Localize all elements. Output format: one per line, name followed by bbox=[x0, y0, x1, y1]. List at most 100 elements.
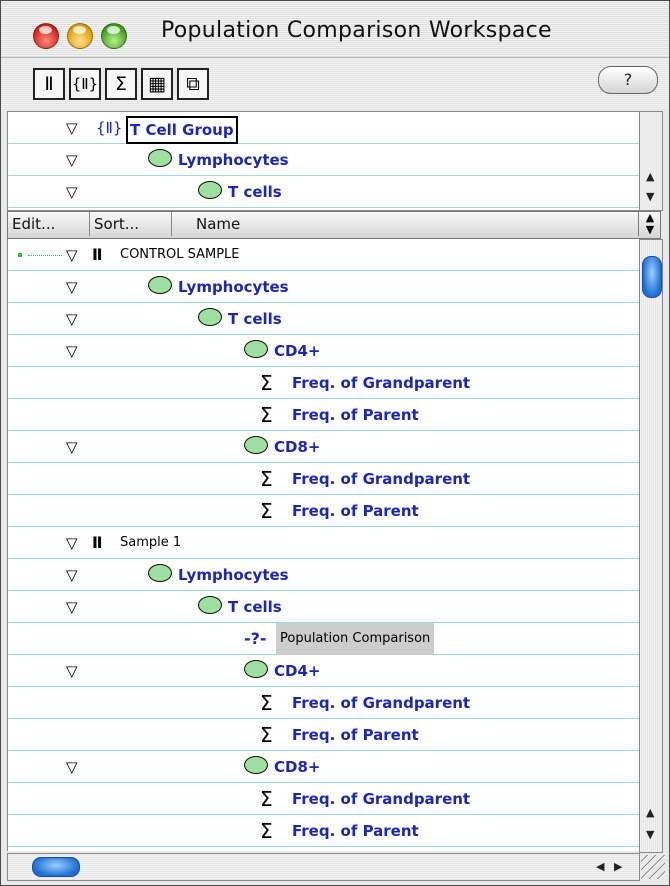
disclosure-triangle[interactable]: ▽ bbox=[66, 559, 78, 591]
column-header: Edit... Sort... Name ▲ ▼ bbox=[7, 211, 661, 239]
group-row[interactable]: ▽ Lymphocytes bbox=[8, 144, 639, 176]
disclosure-triangle[interactable]: ▽ bbox=[66, 527, 78, 559]
population-label[interactable]: T cells bbox=[228, 176, 282, 208]
sample-label[interactable]: Sample 1 bbox=[120, 527, 181, 559]
tube-icon: Ⅱ bbox=[92, 245, 103, 264]
statistic-label[interactable]: Freq. of Grandparent bbox=[292, 463, 470, 495]
disclosure-triangle[interactable]: ▽ bbox=[66, 303, 78, 335]
scroll-left-arrow-icon[interactable]: ◀ bbox=[596, 860, 604, 873]
population-row[interactable]: ▽ Lymphocytes bbox=[8, 559, 639, 591]
layout-button[interactable]: ⧉ bbox=[177, 68, 209, 100]
scroll-up-arrow-icon[interactable]: ▲ bbox=[646, 170, 654, 183]
close-button[interactable] bbox=[33, 23, 59, 49]
statistic-label[interactable]: Freq. of Parent bbox=[292, 719, 419, 751]
comparison-label[interactable]: Population Comparison bbox=[276, 623, 435, 655]
window-title: Population Comparison Workspace bbox=[161, 18, 552, 43]
population-label[interactable]: T cells bbox=[228, 591, 282, 623]
group-row[interactable]: ▽ {Ⅱ} T Cell Group bbox=[8, 112, 639, 144]
statistic-label[interactable]: Freq. of Grandparent bbox=[292, 783, 470, 815]
disclosure-triangle[interactable]: ▽ bbox=[66, 591, 78, 623]
groups-scrollbar[interactable]: ▲ ▼ bbox=[639, 111, 663, 211]
sigma-icon: Σ bbox=[260, 467, 273, 491]
scroll-down-arrow-icon[interactable]: ▼ bbox=[646, 190, 654, 203]
statistic-row[interactable]: Σ Freq. of Parent bbox=[8, 815, 639, 847]
sample-row[interactable]: ▽ Ⅱ Sample 1 bbox=[8, 527, 639, 559]
population-label[interactable]: CD8+ bbox=[274, 431, 320, 463]
statistic-row[interactable]: Σ Freq. of Grandparent bbox=[8, 367, 639, 399]
name-column-header[interactable]: Name bbox=[192, 212, 612, 236]
groups-pane[interactable]: ▽ {Ⅱ} T Cell Group ▽ Lymphocytes ▽ T cel… bbox=[7, 111, 639, 211]
disclosure-triangle[interactable]: ▽ bbox=[66, 335, 78, 367]
edit-button[interactable]: Edit... bbox=[8, 212, 90, 236]
disclosure-triangle[interactable]: ▽ bbox=[66, 431, 78, 463]
statistic-label[interactable]: Freq. of Parent bbox=[292, 815, 419, 847]
group-button[interactable]: {Ⅱ} bbox=[69, 68, 101, 100]
title-bar[interactable]: Population Comparison Workspace bbox=[1, 1, 669, 58]
sample-label[interactable]: CONTROL SAMPLE bbox=[120, 239, 240, 271]
population-row[interactable]: ▽ T cells bbox=[8, 591, 639, 623]
scroll-up-arrow-icon[interactable]: ▲ bbox=[646, 806, 654, 819]
population-label[interactable]: Lymphocytes bbox=[178, 559, 289, 591]
sample-tube-button[interactable]: Ⅱ bbox=[33, 68, 65, 100]
statistic-row[interactable]: Σ Freq. of Parent bbox=[8, 399, 639, 431]
sigma-icon: Σ bbox=[260, 403, 273, 427]
population-icon bbox=[148, 271, 172, 303]
table-button[interactable]: ▦ bbox=[141, 68, 173, 100]
resize-grip-icon[interactable] bbox=[641, 855, 665, 879]
statistic-label[interactable]: Freq. of Grandparent bbox=[292, 687, 470, 719]
help-button[interactable]: ? bbox=[598, 66, 658, 94]
sigma-icon: Σ bbox=[260, 723, 273, 747]
population-row[interactable]: ▽ Lymphocytes bbox=[8, 271, 639, 303]
statistic-row[interactable]: Σ Freq. of Parent bbox=[8, 495, 639, 527]
group-row[interactable]: ▽ T cells bbox=[8, 176, 639, 208]
samples-scrollbar[interactable]: ▲ ▼ bbox=[639, 239, 663, 853]
row-guide bbox=[28, 255, 62, 257]
population-icon bbox=[198, 176, 222, 208]
statistic-row[interactable]: Σ Freq. of Parent bbox=[8, 719, 639, 751]
statistic-label[interactable]: Freq. of Grandparent bbox=[292, 367, 470, 399]
disclosure-triangle[interactable]: ▽ bbox=[66, 144, 78, 176]
population-label[interactable]: CD4+ bbox=[274, 335, 320, 367]
zoom-button[interactable] bbox=[101, 23, 127, 49]
statistic-label[interactable]: Freq. of Parent bbox=[292, 495, 419, 527]
population-icon bbox=[244, 655, 268, 687]
group-icon: {Ⅱ} bbox=[96, 119, 123, 137]
disclosure-triangle[interactable]: ▽ bbox=[66, 751, 78, 783]
population-icon bbox=[244, 335, 268, 367]
population-icon bbox=[148, 559, 172, 591]
scroll-right-arrow-icon[interactable]: ▶ bbox=[614, 860, 622, 873]
population-row[interactable]: ▽ T cells bbox=[8, 303, 639, 335]
disclosure-triangle[interactable]: ▽ bbox=[66, 271, 78, 303]
population-label[interactable]: CD8+ bbox=[274, 751, 320, 783]
statistic-row[interactable]: Σ Freq. of Grandparent bbox=[8, 463, 639, 495]
disclosure-triangle[interactable]: ▽ bbox=[66, 176, 78, 208]
horizontal-scroll-thumb[interactable] bbox=[32, 857, 80, 877]
horizontal-scrollbar[interactable]: ◀ ▶ bbox=[7, 853, 640, 881]
population-label[interactable]: CD4+ bbox=[274, 655, 320, 687]
pane-splitter-icon[interactable]: ▲ ▼ bbox=[638, 212, 661, 236]
population-row[interactable]: ▽ CD4+ bbox=[8, 335, 639, 367]
disclosure-triangle[interactable]: ▽ bbox=[66, 655, 78, 687]
population-label[interactable]: T cells bbox=[228, 303, 282, 335]
population-label[interactable]: Lymphocytes bbox=[178, 144, 289, 176]
statistic-label[interactable]: Freq. of Parent bbox=[292, 399, 419, 431]
statistic-row[interactable]: Σ Freq. of Grandparent bbox=[8, 687, 639, 719]
scroll-down-arrow-icon[interactable]: ▼ bbox=[646, 828, 654, 841]
population-icon bbox=[244, 431, 268, 463]
statistic-row[interactable]: Σ Freq. of Grandparent bbox=[8, 783, 639, 815]
disclosure-triangle[interactable]: ▽ bbox=[66, 239, 78, 271]
group-label[interactable]: T Cell Group bbox=[126, 116, 238, 144]
sort-button[interactable]: Sort... bbox=[90, 212, 172, 236]
scroll-thumb[interactable] bbox=[642, 256, 662, 298]
disclosure-triangle[interactable]: ▽ bbox=[66, 112, 78, 144]
population-row[interactable]: ▽ CD8+ bbox=[8, 431, 639, 463]
population-label[interactable]: Lymphocytes bbox=[178, 271, 289, 303]
minimize-button[interactable] bbox=[67, 23, 93, 49]
workspace-window: Population Comparison Workspace Ⅱ {Ⅱ} Σ … bbox=[0, 0, 670, 886]
statistic-button[interactable]: Σ bbox=[105, 68, 137, 100]
samples-pane[interactable]: ▽ Ⅱ CONTROL SAMPLE ▽ Lymphocytes ▽ T cel… bbox=[7, 239, 639, 851]
comparison-row[interactable]: -?- Population Comparison bbox=[8, 623, 639, 655]
population-row[interactable]: ▽ CD8+ bbox=[8, 751, 639, 783]
population-row[interactable]: ▽ CD4+ bbox=[8, 655, 639, 687]
sample-row[interactable]: ▽ Ⅱ CONTROL SAMPLE bbox=[8, 239, 639, 271]
